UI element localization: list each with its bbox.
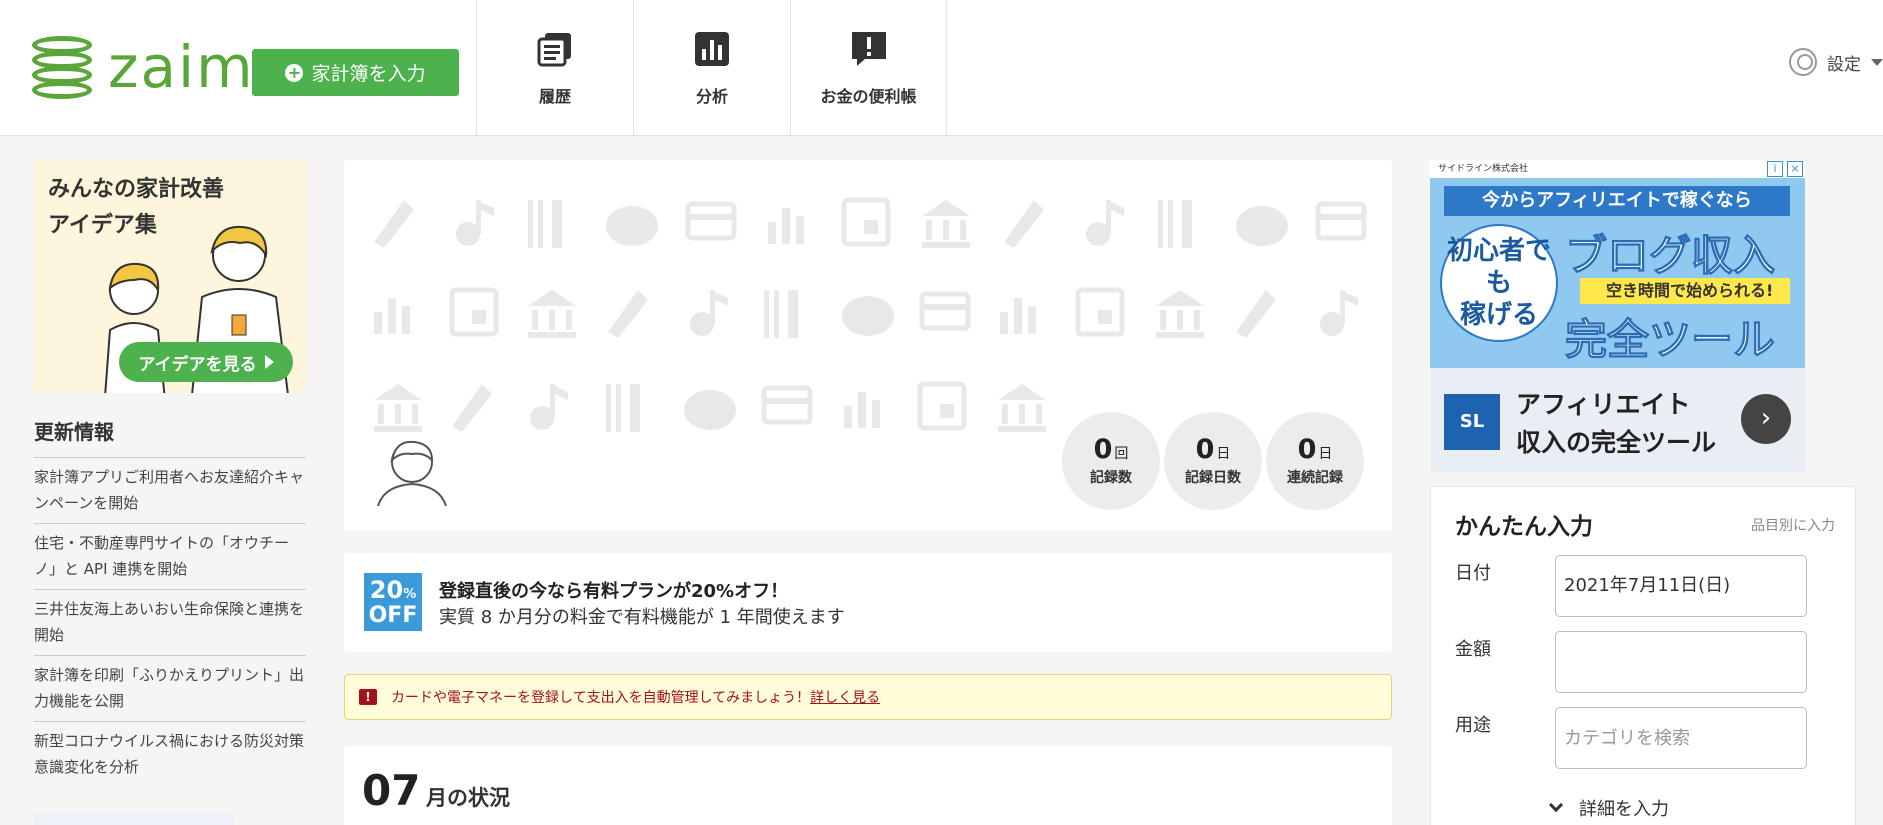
ad-info-icon[interactable]: i bbox=[1767, 161, 1783, 177]
nav-money-notebook[interactable]: お金の便利帳 bbox=[790, 0, 947, 136]
stat-record-days: 0日 記録日数 bbox=[1164, 412, 1262, 510]
stat-label: 記録日数 bbox=[1185, 469, 1241, 486]
date-label: 日付 bbox=[1455, 563, 1491, 584]
ad-circle-text: 初心者でも 稼げる bbox=[1440, 224, 1558, 342]
ad-yellow-banner: 空き時間で始められる! bbox=[1580, 278, 1790, 304]
alert-exclamation-icon: ! bbox=[359, 689, 377, 705]
news-item[interactable]: 家計簿を印刷「ふりかえりプリント」出力機能を公開 bbox=[34, 655, 306, 721]
affiliate-ad[interactable]: サイドライン株式会社 i × 今からアフィリエイトで稼ぐなら 初心者でも 稼げる… bbox=[1430, 160, 1805, 472]
ad-close-icon[interactable]: × bbox=[1787, 161, 1803, 177]
badge-percent: % bbox=[403, 587, 417, 602]
stat-label: 記録数 bbox=[1090, 469, 1132, 486]
main-nav: 履歴 分析 お金の便利帳 bbox=[476, 0, 947, 136]
nav-analysis-label: 分析 bbox=[695, 87, 728, 106]
ideas-banner[interactable]: みんなの家計改善 アイデア集 アイデアを見る bbox=[34, 160, 306, 393]
see-ideas-label: アイデアを見る bbox=[138, 354, 257, 375]
month-label: 月の状況 bbox=[426, 786, 510, 810]
small-ad-strip[interactable] bbox=[34, 812, 234, 825]
nav-history[interactable]: 履歴 bbox=[476, 0, 633, 136]
promo-subtitle: 実質 8 か月分の料金で有料機能が 1 年間使えます bbox=[439, 607, 845, 628]
analysis-chart-icon bbox=[695, 32, 729, 66]
itemized-input-link[interactable]: 品目別に入力 bbox=[1751, 515, 1835, 535]
input-details-label: 詳細を入力 bbox=[1579, 799, 1669, 820]
quick-input-title: かんたん入力 bbox=[1455, 514, 1593, 540]
record-stats: 0回 記録数 0日 記録日数 0日 連続記録 bbox=[1062, 412, 1364, 510]
stat-unit: 回 bbox=[1114, 445, 1129, 462]
nav-money-notebook-label: お金の便利帳 bbox=[820, 87, 917, 106]
top-header: zaim + 家計簿を入力 履歴 分析 お金の便利帳 設定 bbox=[0, 0, 1883, 136]
see-ideas-button[interactable]: アイデアを見る bbox=[119, 342, 293, 382]
logo-text: zaim bbox=[108, 33, 255, 101]
ad-logo: SL bbox=[1444, 394, 1500, 450]
caret-down-icon bbox=[1871, 58, 1883, 66]
zaim-logo[interactable]: zaim bbox=[32, 33, 255, 101]
date-field[interactable]: 2021年7月11日(日) bbox=[1555, 555, 1807, 617]
plus-icon: + bbox=[285, 63, 304, 82]
input-budget-button[interactable]: + 家計簿を入力 bbox=[252, 49, 459, 96]
promo-title: 登録直後の今なら有料プランが20%オフ！ bbox=[439, 581, 789, 602]
alert-text: カードや電子マネーを登録して支出入を自動管理してみましょう！ bbox=[391, 690, 811, 706]
quick-input-panel: かんたん入力 品目別に入力 日付 2021年7月11日(日) 金額 用途 詳細を… bbox=[1430, 486, 1856, 825]
news-item[interactable]: 三井住友海上あいおい生命保険と連携を開始 bbox=[34, 589, 306, 655]
coin-stack-icon bbox=[32, 36, 94, 99]
profile-avatar-icon[interactable] bbox=[374, 430, 450, 506]
badge-number: 20 bbox=[369, 576, 404, 604]
news-item[interactable]: 新型コロナウイルス禍における防災対策意識変化を分析 bbox=[34, 721, 306, 787]
info-notebook-icon bbox=[851, 32, 886, 66]
news-list: 家計簿アプリご利用者へお友達紹介キャンペーンを開始 住宅・不動産専門サイトの「オ… bbox=[34, 457, 306, 787]
amount-field[interactable] bbox=[1555, 631, 1807, 693]
stat-record-count: 0回 記録数 bbox=[1062, 412, 1160, 510]
discount-badge: 20% OFF bbox=[364, 573, 422, 631]
stat-unit: 日 bbox=[1318, 445, 1333, 462]
alert-details-link[interactable]: 詳しく見る bbox=[810, 690, 880, 706]
badge-off: OFF bbox=[368, 603, 418, 628]
news-heading: 更新情報 bbox=[34, 420, 114, 444]
amount-label: 金額 bbox=[1455, 639, 1491, 660]
nav-history-label: 履歴 bbox=[538, 87, 571, 106]
premium-promo[interactable]: 20% OFF 登録直後の今なら有料プランが20%オフ！ 実質 8 か月分の料金… bbox=[344, 553, 1392, 652]
category-search-input[interactable] bbox=[1555, 707, 1807, 769]
ad-band: 今からアフィリエイトで稼ぐなら bbox=[1444, 186, 1790, 216]
ad-headline-1: ブログ収入 bbox=[1564, 231, 1776, 281]
settings-label: 設定 bbox=[1827, 54, 1861, 75]
input-budget-label: 家計簿を入力 bbox=[311, 63, 426, 85]
stat-unit: 日 bbox=[1216, 445, 1231, 462]
user-avatar-icon bbox=[1789, 48, 1817, 76]
stat-value: 0 bbox=[1195, 433, 1215, 465]
nav-analysis[interactable]: 分析 bbox=[633, 0, 790, 136]
play-arrow-icon bbox=[264, 355, 274, 369]
stat-value: 0 bbox=[1297, 433, 1317, 465]
month-number: 07 bbox=[362, 766, 421, 815]
stat-value: 0 bbox=[1093, 433, 1113, 465]
monthly-status-card: 07 月の状況 bbox=[344, 746, 1392, 825]
chevron-down-icon bbox=[1548, 797, 1564, 813]
ad-company: サイドライン株式会社 bbox=[1430, 160, 1805, 178]
ad-arrow-icon[interactable]: › bbox=[1741, 394, 1791, 444]
input-details-toggle[interactable]: 詳細を入力 bbox=[1548, 795, 1669, 821]
history-icon bbox=[537, 33, 571, 67]
ad-bottom-bar: SL アフィリエイト 収入の完全ツール › bbox=[1430, 368, 1805, 472]
profile-card: 0回 記録数 0日 記録日数 0日 連続記録 bbox=[344, 160, 1392, 531]
category-label: 用途 bbox=[1455, 715, 1491, 736]
stat-streak: 0日 連続記録 bbox=[1266, 412, 1364, 510]
ad-copy: アフィリエイト 収入の完全ツール bbox=[1516, 390, 1717, 457]
stat-label: 連続記録 bbox=[1287, 469, 1343, 486]
news-item[interactable]: 家計簿アプリご利用者へお友達紹介キャンペーンを開始 bbox=[34, 457, 306, 523]
ad-headline-2: 完全ツール bbox=[1564, 315, 1776, 365]
settings-menu[interactable]: 設定 bbox=[1789, 48, 1883, 76]
news-item[interactable]: 住宅・不動産専門サイトの「オウチーノ」と API 連携を開始 bbox=[34, 523, 306, 589]
card-link-alert: ! カードや電子マネーを登録して支出入を自動管理してみましょう！詳しく見る bbox=[344, 674, 1392, 720]
